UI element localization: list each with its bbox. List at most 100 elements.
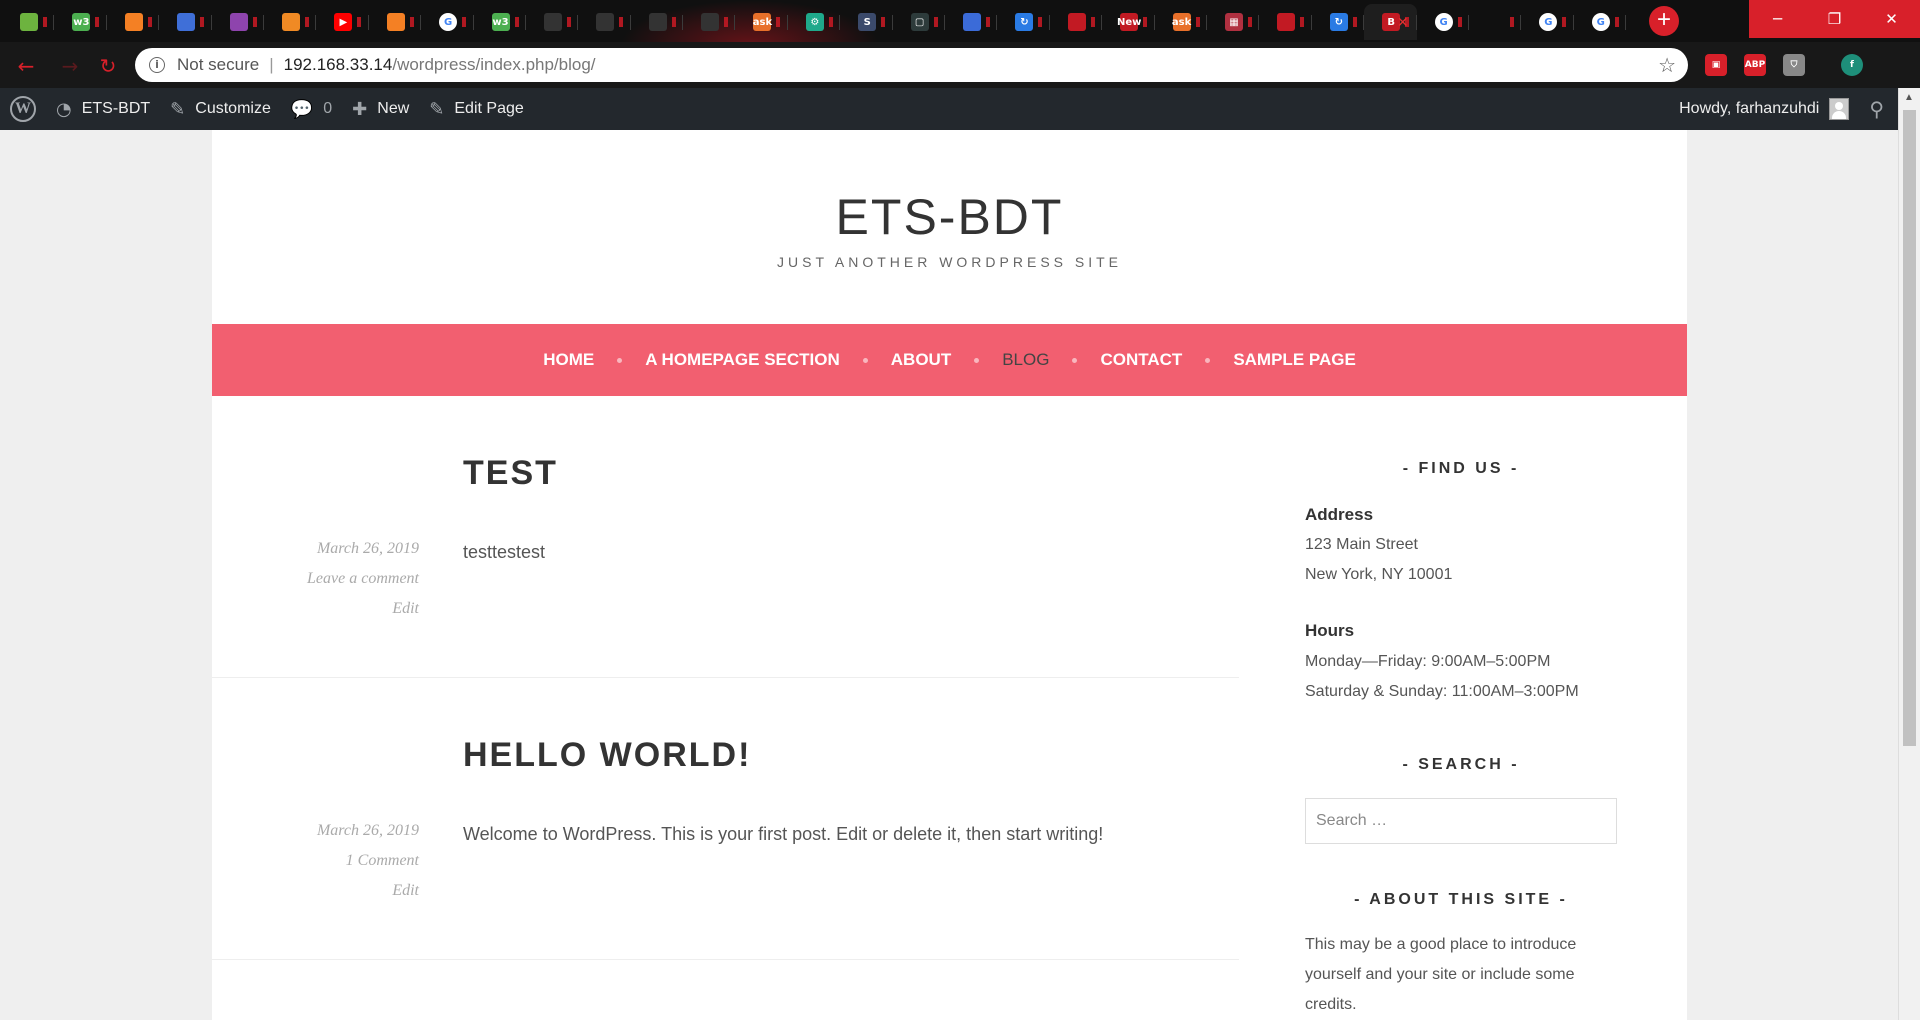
browser-tab[interactable] [369, 4, 422, 40]
browser-tab[interactable]: w3 [474, 4, 527, 40]
shield-ext-icon[interactable]: ⛉ [1783, 54, 1805, 76]
post-date[interactable]: March 26, 2019 [212, 534, 419, 564]
browser-tab[interactable]: New [1102, 4, 1155, 40]
post-date[interactable]: March 26, 2019 [212, 816, 419, 846]
url-path: /wordpress/index.php/blog/ [392, 55, 596, 74]
window-controls: ─ ❐ ✕ [1749, 0, 1920, 42]
browser-tab[interactable] [264, 4, 317, 40]
post-comments-link[interactable]: Leave a comment [212, 564, 419, 594]
post-excerpt: Welcome to WordPress. This is your first… [463, 824, 1104, 844]
scrollbar-thumb[interactable] [1903, 110, 1916, 746]
browser-tab[interactable] [631, 4, 684, 40]
minimize-button[interactable]: ─ [1749, 0, 1806, 38]
browser-tab[interactable] [2, 4, 55, 40]
browser-tab[interactable]: ↻ [1312, 4, 1365, 40]
tab-title-fragment [43, 17, 47, 27]
browser-tab[interactable]: ↻ [997, 4, 1051, 40]
post-edit-link[interactable]: Edit [212, 594, 419, 624]
tab-title-fragment [147, 17, 152, 27]
about-line-2: yourself and your site or include some [1305, 966, 1575, 983]
sync-icon: ↻ [1015, 13, 1034, 31]
browser-tab[interactable]: ▦ [1207, 4, 1260, 40]
nav-item-blog[interactable]: BLOG [1002, 350, 1049, 370]
browser-tab[interactable]: G [421, 4, 474, 40]
browser-tab[interactable] [578, 4, 632, 40]
pdf-icon [1277, 13, 1296, 31]
nav-item-about[interactable]: ABOUT [891, 350, 951, 370]
post-title[interactable]: HELLO WORLD! [463, 736, 751, 775]
close-tab-icon[interactable]: ✕ [1397, 14, 1409, 31]
site-title[interactable]: ETS-BDT [212, 188, 1687, 246]
post-title[interactable]: TEST [463, 454, 558, 493]
info-icon[interactable]: i [149, 57, 165, 73]
new-tab-button[interactable]: + [1649, 6, 1679, 36]
admin-site-name[interactable]: ◔ ETS-BDT [46, 88, 160, 130]
browser-tab[interactable] [107, 4, 160, 40]
browser-tab[interactable] [945, 4, 998, 40]
tab-title-fragment [1143, 17, 1148, 27]
post-hello-world: HELLO WORLD! March 26, 2019 1 Comment Ed… [212, 678, 1239, 960]
scroll-up-icon[interactable]: ▲ [1904, 92, 1914, 103]
reload-button[interactable]: ↻ [96, 54, 120, 78]
admin-new-label: New [377, 100, 410, 117]
browser-tab[interactable]: B ✕ [1364, 4, 1417, 40]
browser-tab[interactable]: ▢ [893, 4, 946, 40]
browser-tab[interactable]: G [1574, 4, 1627, 40]
browser-tab[interactable]: G [1521, 4, 1575, 40]
post-comments-link[interactable]: 1 Comment [212, 846, 419, 876]
widget-title-find-us: - FIND US - [1402, 460, 1520, 477]
nav-item-a-homepage-section[interactable]: A HOMEPAGE SECTION [645, 350, 840, 370]
browser-tab[interactable] [1259, 4, 1313, 40]
bookmark-star-icon[interactable]: ☆ [1658, 53, 1676, 78]
browser-tab[interactable] [1469, 4, 1522, 40]
browser-tab[interactable] [1050, 4, 1103, 40]
forward-button[interactable]: → [58, 54, 82, 78]
browser-tab[interactable]: S [840, 4, 894, 40]
nav-separator-dot [862, 357, 868, 363]
hours-line-1: Monday—Friday: 9:00AM–5:00PM [1305, 653, 1551, 670]
pocket-icon[interactable]: ▣ [1705, 54, 1727, 76]
close-window-button[interactable]: ✕ [1863, 0, 1920, 38]
shield-icon [963, 13, 982, 31]
back-button[interactable]: ← [14, 54, 38, 78]
profile-icon[interactable]: f [1841, 54, 1863, 76]
page-scrollbar[interactable]: ▲ [1898, 88, 1920, 1020]
tab-title-fragment [1300, 17, 1305, 27]
tab-title-fragment [200, 17, 205, 27]
nav-item-sample-page[interactable]: SAMPLE PAGE [1233, 350, 1355, 370]
nav-item-home[interactable]: HOME [543, 350, 594, 370]
browser-tab[interactable] [526, 4, 579, 40]
browser-tab[interactable]: ask [735, 4, 789, 40]
post-edit-link[interactable]: Edit [212, 876, 419, 906]
adblock-icon[interactable]: ABP [1744, 54, 1766, 76]
tab-title-fragment [1038, 17, 1043, 27]
browser-tab[interactable]: ask [1155, 4, 1208, 40]
address-bar[interactable]: i Not secure | 192.168.33.14/wordpress/i… [135, 48, 1688, 82]
browser-tab[interactable]: ⚙ [788, 4, 841, 40]
browser-tab[interactable] [159, 4, 212, 40]
admin-account-menu[interactable]: Howdy, farhanzuhdi [1669, 88, 1859, 130]
stackoverflow-icon [124, 13, 143, 31]
admin-bar-right: Howdy, farhanzuhdi ⚲ [1669, 88, 1898, 130]
tab-title-fragment [304, 17, 309, 27]
post-meta: March 26, 2019 1 Comment Edit [212, 816, 419, 906]
site-page: ETS-BDT JUST ANOTHER WORDPRESS SITE HOME… [212, 130, 1687, 1020]
tab-title-fragment [933, 17, 938, 27]
admin-edit-page[interactable]: ✎ Edit Page [419, 88, 533, 130]
browser-tab[interactable]: w3 [54, 4, 108, 40]
search-input[interactable] [1305, 798, 1617, 844]
nav-item-contact[interactable]: CONTACT [1100, 350, 1182, 370]
google-icon: G [439, 13, 458, 31]
admin-search[interactable]: ⚲ [1859, 88, 1898, 130]
admin-comments[interactable]: 💬 0 [281, 88, 342, 130]
browser-tab[interactable]: G [1417, 4, 1470, 40]
tab-title-fragment [1509, 17, 1514, 27]
browser-tab[interactable] [212, 4, 265, 40]
admin-greeting: Howdy, farhanzuhdi [1679, 100, 1820, 117]
admin-customize[interactable]: ✎ Customize [160, 88, 281, 130]
browser-tab[interactable] [683, 4, 736, 40]
admin-new[interactable]: ✚ New [342, 88, 419, 130]
wp-logo-menu[interactable]: W [0, 88, 46, 130]
browser-tab[interactable]: ▶ [316, 4, 370, 40]
restore-button[interactable]: ❐ [1806, 0, 1863, 38]
